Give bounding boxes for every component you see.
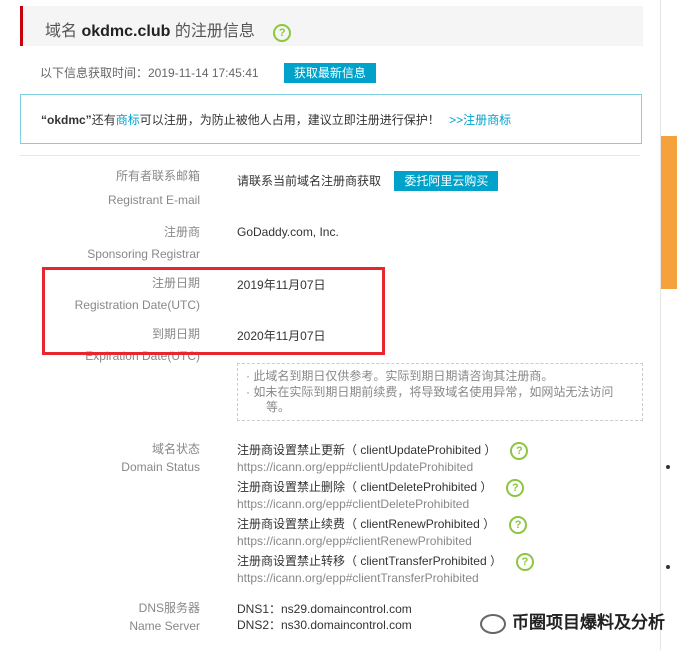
email-label: 所有者联系邮箱 Registrant E-mail <box>20 167 200 209</box>
trademark-notice: “okdmc”还有商标可以注册，为防止被他人占用，建议立即注册进行保护！ >>注… <box>20 94 642 144</box>
dns2-value: DNS2：ns30.domaincontrol.com <box>237 618 412 632</box>
expiry-note-line-3: 等。 <box>266 400 291 414</box>
help-icon[interactable]: ? <box>273 24 292 42</box>
registrar-label-en: Sponsoring Registrar <box>87 247 200 261</box>
registrar-label: 注册商 Sponsoring Registrar <box>20 223 200 263</box>
bullet-icon <box>666 465 670 469</box>
help-icon[interactable]: ? <box>510 442 529 460</box>
divider <box>20 155 640 156</box>
dns1-value: DNS1：ns29.domaincontrol.com <box>237 602 412 616</box>
header-suffix: 的注册信息 <box>174 23 255 40</box>
status-label: 域名状态 Domain Status <box>20 440 200 476</box>
fetch-time-text: 以下信息获取时间：2019-11-14 17:45:41 <box>40 66 259 80</box>
notice-text-1: 还有 <box>91 113 116 127</box>
status-name: 注册商设置禁止更新（ clientUpdateProhibited ） <box>237 443 497 457</box>
buy-via-aliyun-button[interactable]: 委托阿里云购买 <box>394 171 499 191</box>
status-label-en: Domain Status <box>121 460 200 474</box>
status-item: 注册商设置禁止续费（ clientRenewProhibited ）? http… <box>237 516 528 549</box>
status-item: 注册商设置禁止更新（ clientUpdateProhibited ）? htt… <box>237 442 529 475</box>
status-url[interactable]: https://icann.org/epp#clientTransferProh… <box>237 571 534 586</box>
trademark-link[interactable]: 商标 <box>116 113 140 127</box>
status-url[interactable]: https://icann.org/epp#clientRenewProhibi… <box>237 534 527 549</box>
highlight-box <box>42 267 385 355</box>
bullet-icon <box>666 565 670 569</box>
registrar-value: GoDaddy.com, Inc. <box>237 225 339 239</box>
dns-label-cn: DNS服务器 <box>138 601 200 615</box>
email-value: 请联系当前域名注册商获取 <box>237 174 382 188</box>
help-icon[interactable]: ? <box>506 479 525 497</box>
status-url[interactable]: https://icann.org/epp#clientUpdateProhib… <box>237 460 528 475</box>
page-header: 域名 okdmc.club 的注册信息 ? <box>20 6 643 46</box>
notice-text-2: 可以注册，为防止被他人占用，建议立即注册进行保护！ <box>139 113 440 127</box>
dns-label-en: Name Server <box>129 619 200 633</box>
watermark: 币圈项目爆料及分析 <box>480 608 665 634</box>
fetch-time-row: 以下信息获取时间：2019-11-14 17:45:41 获取最新信息 <box>40 63 376 83</box>
status-name: 注册商设置禁止转移（ clientTransferProhibited ） <box>237 554 502 568</box>
status-name: 注册商设置禁止删除（ clientDeleteProhibited ） <box>237 480 493 494</box>
refresh-button[interactable]: 获取最新信息 <box>283 63 376 83</box>
email-value-row: 请联系当前域名注册商获取 委托阿里云购买 <box>237 171 499 191</box>
header-prefix: 域名 <box>45 23 78 40</box>
status-item: 注册商设置禁止转移（ clientTransferProhibited ）? h… <box>237 553 534 586</box>
register-trademark-link[interactable]: >>注册商标 <box>449 113 511 127</box>
status-item: 注册商设置禁止删除（ clientDeleteProhibited ）? htt… <box>237 479 525 512</box>
expiry-note-line-2: · 如未在实际到期日期前续费，将导致域名使用异常，如网站无法访问 <box>246 385 614 399</box>
sidebar-divider <box>660 0 661 650</box>
watermark-text: 币圈项目爆料及分析 <box>512 613 665 632</box>
expiry-note-line-1: · 此域名到期日仅供参考。实际到期日期请咨询其注册商。 <box>246 369 554 383</box>
notice-domain: “okdmc” <box>41 113 92 127</box>
help-icon[interactable]: ? <box>515 553 534 571</box>
dns-values: DNS1：ns29.domaincontrol.com DNS2：ns30.do… <box>237 601 412 633</box>
email-label-en: Registrant E-mail <box>107 193 200 207</box>
status-url[interactable]: https://icann.org/epp#clientDeleteProhib… <box>237 497 524 512</box>
domain-name: okdmc.club <box>81 23 171 40</box>
wechat-icon <box>480 613 506 634</box>
status-name: 注册商设置禁止续费（ clientRenewProhibited ） <box>237 517 496 531</box>
email-label-cn: 所有者联系邮箱 <box>115 169 200 183</box>
status-label-cn: 域名状态 <box>151 442 200 456</box>
dns-label: DNS服务器 Name Server <box>20 599 200 635</box>
help-icon[interactable]: ? <box>509 516 528 534</box>
registrar-label-cn: 注册商 <box>163 225 200 239</box>
sidebar-banner[interactable] <box>661 136 677 289</box>
expiry-note: · 此域名到期日仅供参考。实际到期日期请咨询其注册商。 · 如未在实际到期日期前… <box>237 363 643 421</box>
